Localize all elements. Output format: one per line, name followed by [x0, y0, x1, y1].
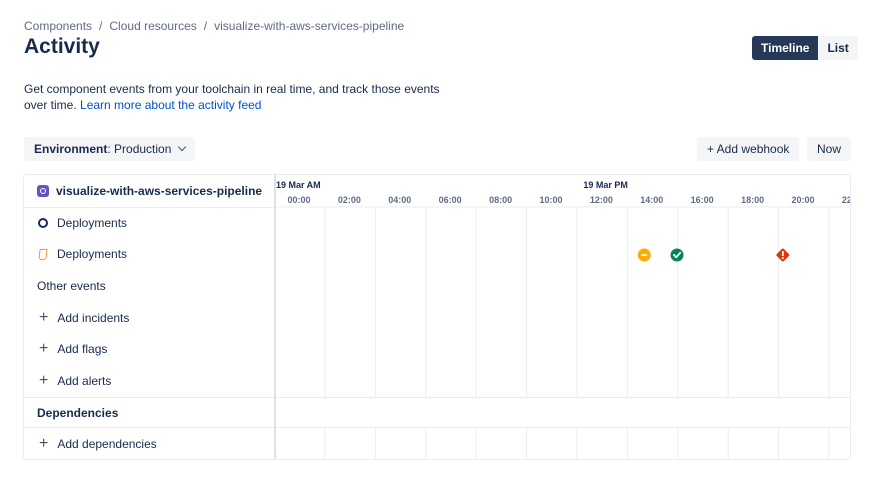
chevron-down-icon	[178, 142, 187, 152]
event-failed-mark	[781, 251, 784, 256]
breadcrumb: Components / Cloud resources / visualize-wit…	[24, 19, 404, 33]
now-button[interactable]: Now	[807, 137, 852, 161]
row-other-events: Other events	[24, 270, 274, 302]
environment-dropdown[interactable]: Environment: Production	[24, 137, 196, 161]
day-label: 19 Mar AM	[276, 180, 321, 190]
day-label: 19 Mar PM	[583, 180, 628, 190]
list-view-button[interactable]: List	[818, 36, 858, 60]
page-title: Activity	[24, 35, 100, 58]
row-label: Deployments	[57, 247, 128, 261]
hour-tick-label: 02:00	[338, 195, 361, 205]
pipeline-icon	[37, 185, 49, 197]
environment-dropdown-text: Environment: Production	[34, 142, 172, 156]
event-in-progress-mark	[641, 254, 648, 256]
row-deployments-github: Deployments	[24, 207, 274, 238]
row-label: Other events	[37, 279, 106, 293]
environment-value: Production	[114, 142, 172, 156]
add-incidents-button[interactable]: + Add incidents	[24, 302, 274, 333]
hour-tick-label: 20:00	[791, 195, 814, 205]
add-alerts-button[interactable]: + Add alerts	[24, 365, 274, 397]
row-label: Deployments	[57, 216, 128, 230]
event-success-icon	[670, 248, 684, 262]
row-label: Dependencies	[37, 405, 119, 420]
event-failed-dot	[781, 257, 784, 259]
hour-tick-label: 08:00	[489, 195, 512, 205]
hour-tick-label: 12:00	[590, 195, 613, 205]
hour-tick-label: 22:00	[842, 195, 850, 205]
plus-icon: +	[39, 372, 49, 389]
environment-label: Environment	[34, 142, 108, 156]
component-name: visualize-with-aws-services-pipeline	[56, 184, 263, 198]
hour-tick-label: 10:00	[539, 195, 562, 205]
breadcrumb-separator: /	[99, 19, 103, 33]
hour-tick-label: 14:00	[640, 195, 663, 205]
breadcrumb-components[interactable]: Components	[24, 19, 92, 33]
hour-tick-label: 04:00	[388, 195, 411, 205]
timeline-row-labels: visualize-with-aws-services-pipeline Dep…	[24, 175, 276, 459]
timeline-view-button[interactable]: Timeline	[752, 36, 819, 60]
breadcrumb-separator: /	[203, 19, 208, 33]
dependencies-band	[276, 397, 850, 428]
dependencies-header: Dependencies	[24, 397, 274, 428]
row-label: Add dependencies	[57, 436, 157, 451]
add-flags-button[interactable]: + Add flags	[24, 333, 274, 365]
github-icon	[38, 218, 48, 228]
row-label: Add incidents	[57, 310, 130, 325]
hour-tick-label: 18:00	[741, 195, 764, 205]
component-row[interactable]: visualize-with-aws-services-pipeline	[24, 175, 274, 207]
plus-icon: +	[39, 434, 49, 452]
timeline-area[interactable]: 00:00 02:00 04:00 06:00 08:00 10:00 12:00 14:00…	[276, 175, 850, 459]
hour-tick-label: 00:00	[287, 195, 310, 205]
learn-more-link[interactable]: Learn more about the activity feed	[80, 98, 261, 112]
add-webhook-button[interactable]: + Add webhook	[697, 137, 800, 161]
row-label: Add alerts	[57, 374, 112, 388]
row-label: Add flags	[57, 342, 108, 356]
row-deployments-bitbucket: Deployments	[24, 238, 274, 270]
view-toggle: Timeline List	[752, 36, 858, 60]
hour-tick-label: 16:00	[691, 195, 714, 205]
plus-icon: +	[39, 340, 49, 357]
plus-icon: +	[39, 308, 49, 326]
activity-timeline-panel: visualize-with-aws-services-pipeline Dep…	[23, 174, 851, 460]
bitbucket-icon	[38, 248, 48, 260]
add-dependencies-button[interactable]: + Add dependencies	[24, 428, 274, 459]
page-description: Get component events from your toolchain…	[24, 81, 464, 113]
hour-tick-label: 06:00	[439, 195, 462, 205]
breadcrumb-cloud-resources[interactable]: Cloud resources	[109, 19, 196, 33]
breadcrumb-component[interactable]: visualize-with-aws-services-pipeline	[214, 19, 404, 33]
